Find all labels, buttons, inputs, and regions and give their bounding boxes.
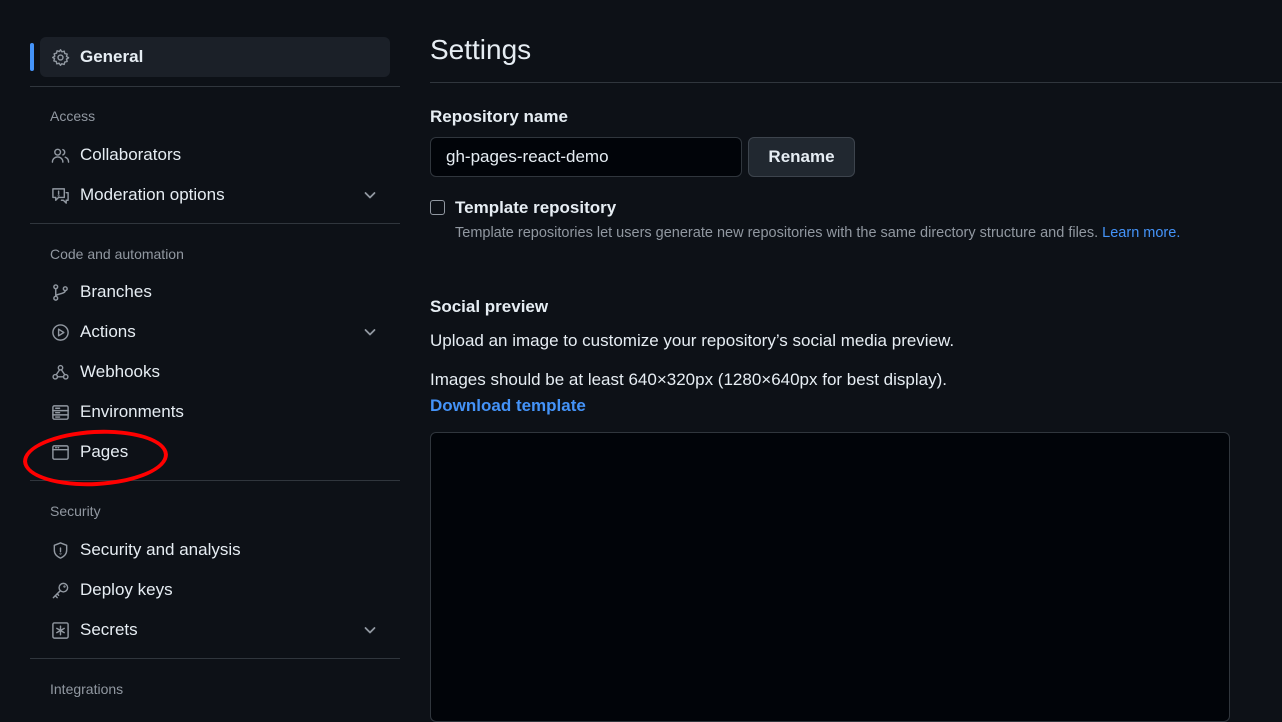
sidebar-item-general[interactable]: General xyxy=(40,37,390,77)
asterisk-icon xyxy=(50,620,70,640)
sidebar-divider xyxy=(30,223,400,224)
sidebar-item-actions[interactable]: Actions xyxy=(40,312,390,352)
sidebar-divider xyxy=(30,86,400,87)
chevron-down-icon[interactable] xyxy=(362,187,378,203)
selected-indicator xyxy=(30,43,34,71)
repository-name-input[interactable] xyxy=(430,137,742,177)
sidebar-item-environments[interactable]: Environments xyxy=(40,392,390,432)
social-preview-title: Social preview xyxy=(430,297,549,316)
settings-main: Settings Repository name Rename Template… xyxy=(430,0,1282,722)
chevron-down-icon[interactable] xyxy=(362,622,378,638)
sidebar-item-collaborators[interactable]: Collaborators xyxy=(40,135,390,175)
sidebar-item-label: Secrets xyxy=(80,620,138,639)
learn-more-link[interactable]: Learn more. xyxy=(1102,225,1180,241)
shield-icon xyxy=(50,540,70,560)
settings-sidebar: General Access Collaborators Moderation … xyxy=(30,0,400,703)
sidebar-item-label: Actions xyxy=(80,322,136,341)
sidebar-item-label: Webhooks xyxy=(80,362,161,381)
social-preview-description: Upload an image to customize your reposi… xyxy=(430,331,955,350)
sidebar-item-label: Moderation options xyxy=(80,185,225,204)
sidebar-item-pages[interactable]: Pages xyxy=(40,432,390,472)
repository-name-label: Repository name xyxy=(430,107,568,126)
section-title-access: Access xyxy=(50,108,96,124)
sidebar-item-label: Environments xyxy=(80,402,184,421)
key-icon xyxy=(50,580,70,600)
git-branch-icon xyxy=(50,282,70,302)
play-icon xyxy=(50,322,70,342)
download-template-link[interactable]: Download template xyxy=(430,396,586,416)
browser-icon xyxy=(50,442,70,462)
sidebar-item-branches[interactable]: Branches xyxy=(40,272,390,312)
title-divider xyxy=(430,82,1282,83)
sidebar-item-label: Pages xyxy=(80,442,129,461)
sidebar-item-webhooks[interactable]: Webhooks xyxy=(40,352,390,392)
social-preview-image-area[interactable] xyxy=(430,432,1230,722)
sidebar-item-deploy-keys[interactable]: Deploy keys xyxy=(40,570,390,610)
webhook-icon xyxy=(50,362,70,382)
section-title-security: Security xyxy=(50,503,101,519)
sidebar-divider xyxy=(30,480,400,481)
template-help-text: Template repositories let users generate… xyxy=(455,225,1099,241)
template-repository-label: Template repository xyxy=(455,198,617,217)
chevron-down-icon[interactable] xyxy=(362,324,378,340)
template-repository-checkbox[interactable] xyxy=(430,200,445,215)
template-repository-help: Template repositories let users generate… xyxy=(455,225,1180,241)
sidebar-item-secrets[interactable]: Secrets xyxy=(40,610,390,650)
comment-report-icon xyxy=(50,185,70,205)
sidebar-item-label: Security and analysis xyxy=(80,540,241,559)
social-preview-requirements: Images should be at least 640×320px (128… xyxy=(430,370,947,389)
page-title: Settings xyxy=(430,34,532,65)
server-icon xyxy=(50,402,70,422)
sidebar-item-label: General xyxy=(80,47,144,66)
section-title-code-automation: Code and automation xyxy=(50,246,184,262)
sidebar-item-moderation-options[interactable]: Moderation options xyxy=(40,175,390,215)
sidebar-item-label: Branches xyxy=(80,282,152,301)
people-icon xyxy=(50,145,70,165)
sidebar-item-label: Collaborators xyxy=(80,145,182,164)
sidebar-item-security-and-analysis[interactable]: Security and analysis xyxy=(40,530,390,570)
section-title-integrations: Integrations xyxy=(50,681,124,697)
sidebar-item-label: Deploy keys xyxy=(80,580,173,599)
sidebar-divider xyxy=(30,658,400,659)
rename-button[interactable]: Rename xyxy=(748,137,855,177)
gear-icon xyxy=(50,47,70,67)
